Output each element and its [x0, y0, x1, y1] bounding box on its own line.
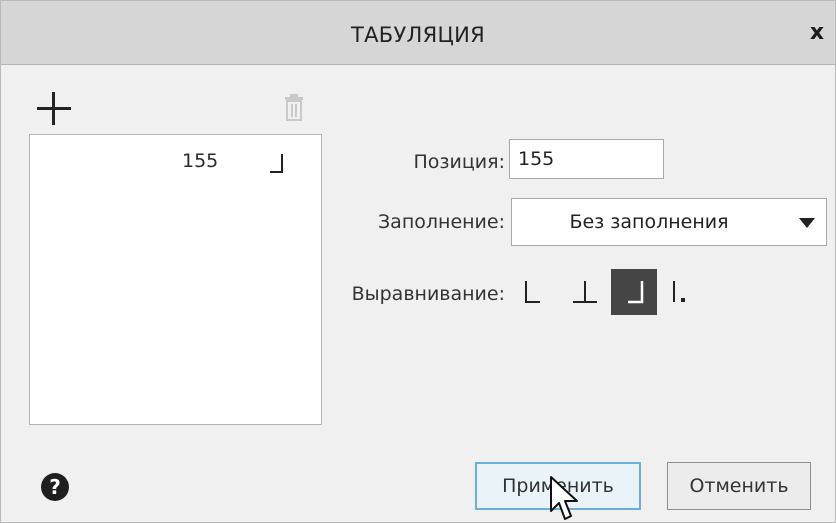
title-bar: ТАБУЛЯЦИЯ x	[1, 1, 835, 65]
apply-button[interactable]: Применить	[475, 462, 641, 510]
align-left-tab-icon[interactable]	[513, 269, 559, 315]
position-label: Позиция:	[413, 151, 505, 173]
align-decimal-tab-icon[interactable]	[661, 269, 707, 315]
fill-select[interactable]: Без заполнения	[511, 198, 827, 246]
tab-right-align-icon	[267, 153, 287, 173]
cancel-button[interactable]: Отменить	[667, 462, 811, 510]
position-input[interactable]	[509, 139, 664, 179]
tabulation-dialog: ТАБУЛЯЦИЯ x 155 Позиция: Заполнение: Без…	[0, 0, 836, 523]
align-center-tab-icon[interactable]	[562, 269, 608, 315]
fill-label: Заполнение:	[378, 211, 505, 233]
close-icon[interactable]: x	[805, 21, 829, 45]
tab-stop-value: 155	[182, 150, 219, 172]
chevron-down-icon	[798, 215, 816, 229]
tab-stop-list[interactable]: 155	[29, 134, 322, 425]
list-item[interactable]: 155	[30, 147, 321, 175]
dialog-title: ТАБУЛЯЦИЯ	[350, 23, 486, 47]
plus-icon[interactable]	[35, 91, 75, 127]
help-icon[interactable]: ?	[41, 473, 69, 501]
alignment-label: Выравнивание:	[351, 283, 505, 305]
align-right-tab-icon[interactable]	[611, 269, 657, 315]
fill-select-value: Без заполнения	[569, 211, 729, 233]
trash-icon[interactable]	[284, 93, 304, 121]
